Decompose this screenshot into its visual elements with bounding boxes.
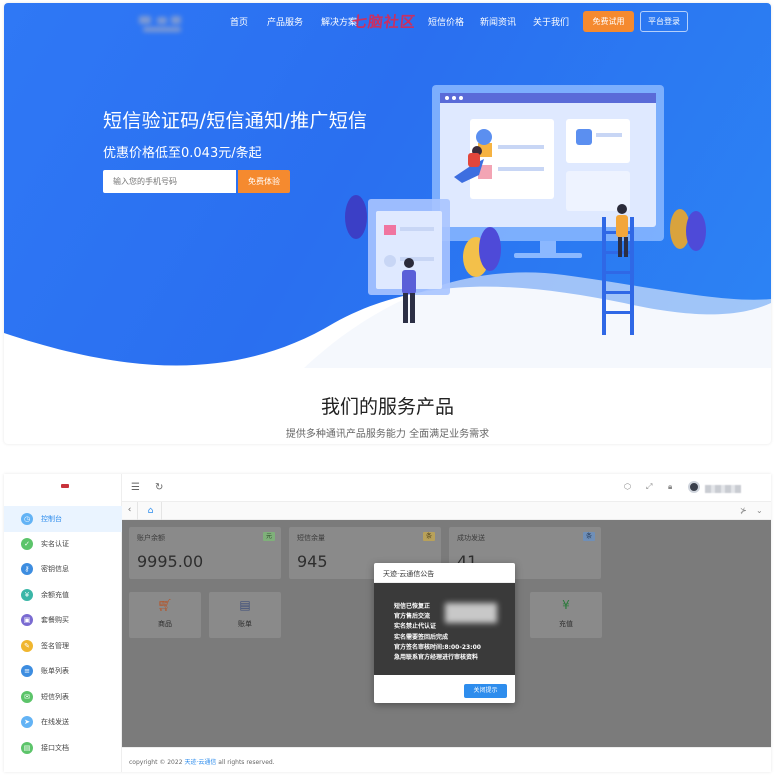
- avatar[interactable]: [688, 481, 700, 493]
- sidebar-item-label: 账单列表: [41, 667, 69, 675]
- refresh-icon[interactable]: ↻: [155, 482, 163, 493]
- bill-icon: ▤: [239, 598, 251, 612]
- card-label: 账户余额: [137, 534, 165, 542]
- sidebar-item-key-info[interactable]: ⚷ 密钥信息: [4, 556, 122, 582]
- balance-value: 9995.00: [137, 552, 204, 571]
- free-trial-button[interactable]: 免费试用: [583, 11, 634, 32]
- nav-item-about[interactable]: 关于我们: [533, 15, 569, 28]
- close-notice-button[interactable]: 关闭提示: [464, 684, 507, 698]
- announcement-modal: 天迹·云通信公告 短信已恢复正 官方售后交流 实名禁止代认证 实名需要签回后完成…: [374, 563, 515, 703]
- sidebar-item-label: 密钥信息: [41, 565, 69, 573]
- quick-link-label: 账单: [238, 620, 252, 628]
- modal-body: 短信已恢复正 官方售后交流 实名禁止代认证 实名需要签回后完成 官方签名审核时间…: [374, 583, 515, 675]
- sidebar-item-verification[interactable]: ✓ 实名认证: [4, 531, 122, 557]
- bill-icon: ≡: [21, 665, 33, 677]
- send-icon: ➤: [21, 716, 33, 728]
- copyright-link[interactable]: 天迹·云通信: [184, 759, 216, 766]
- announcement-line: 实名需要签回后完成: [394, 634, 449, 641]
- sidebar-item-sms-list[interactable]: ✉ 短信列表: [4, 684, 122, 710]
- signature-icon: ✎: [21, 640, 33, 652]
- free-experience-button[interactable]: 免费体验: [238, 170, 290, 193]
- sidebar-item-label: 控制台: [41, 515, 62, 523]
- card-label: 成功发送: [457, 534, 485, 542]
- verify-icon: ✓: [21, 538, 33, 550]
- landing-page-screenshot: 首页 产品服务 解决方案 七脑社区 短信价格 新闻资讯 关于我们 免费试用 平台…: [4, 3, 771, 444]
- sidebar-item-label: 接口文档: [41, 744, 69, 752]
- sidebar-item-bills[interactable]: ≡ 账单列表: [4, 658, 122, 684]
- announcement-line: 官方签名审核时间:8:00-23:00: [394, 644, 481, 651]
- tag-icon[interactable]: ⬡: [624, 482, 631, 491]
- quick-link-bills[interactable]: ▤ 账单: [209, 592, 281, 638]
- services-title: 我们的服务产品: [320, 396, 454, 418]
- sidebar-item-label: 余额充值: [41, 591, 69, 599]
- sidebar-logo[interactable]: [61, 484, 69, 488]
- sms-icon: ✉: [21, 691, 33, 703]
- hero-banner: 首页 产品服务 解决方案 七脑社区 短信价格 新闻资讯 关于我们 免费试用 平台…: [4, 3, 771, 368]
- sidebar-item-signature[interactable]: ✎ 签名管理: [4, 633, 122, 659]
- copyright-prefix: copyright © 2022: [129, 759, 183, 766]
- admin-topbar: ☰ ↻ ⬡ ⤢ 🔒︎: [122, 474, 771, 502]
- sidebar-item-label: 在线发送: [41, 718, 69, 726]
- dashboard-icon: ◷: [21, 513, 33, 525]
- recharge-icon: ¥: [21, 589, 33, 601]
- sidebar-item-recharge[interactable]: ¥ 余额充值: [4, 582, 122, 608]
- sidebar-item-api-doc[interactable]: ▤ 接口文档: [4, 735, 122, 761]
- card-label: 短信余量: [297, 534, 325, 542]
- yen-icon: ¥: [562, 598, 570, 612]
- username-blurred[interactable]: [705, 485, 741, 493]
- copyright-text: copyright © 2022 天迹·云通信 all rights reser…: [129, 757, 275, 766]
- nav-item-sms-price[interactable]: 短信价格: [428, 15, 464, 28]
- sidebar-item-label: 套餐购买: [41, 616, 69, 624]
- sidebar-item-dashboard[interactable]: ◷ 控制台: [4, 506, 122, 532]
- card-badge: 条: [583, 532, 595, 541]
- tab-scroll-left-icon[interactable]: ‹: [122, 502, 138, 520]
- chevron-down-icon[interactable]: ⌄: [756, 506, 763, 515]
- nav-item-products[interactable]: 产品服务: [267, 15, 303, 28]
- admin-footer: copyright © 2022 天迹·云通信 all rights reser…: [122, 747, 771, 772]
- balance-card: 账户余额 元 9995.00: [129, 527, 281, 579]
- redaction-blur: [445, 603, 497, 623]
- fullscreen-icon[interactable]: ⤢: [646, 482, 652, 492]
- announcement-line: 短信已恢复正: [394, 603, 431, 610]
- platform-login-button[interactable]: 平台登录: [640, 11, 688, 32]
- hero-title: 短信验证码/短信通知/推广短信: [103, 110, 368, 132]
- modal-header: 天迹·云通信公告: [374, 563, 515, 583]
- quick-link-label: 充值: [559, 620, 573, 628]
- announcement-line: 实名禁止代认证: [394, 623, 437, 630]
- menu-toggle-icon[interactable]: ☰: [131, 482, 140, 493]
- sidebar-item-label: 短信列表: [41, 693, 69, 701]
- announcement-line: 官方售后交流: [394, 613, 431, 620]
- sidebar-item-online-send[interactable]: ➤ 在线发送: [4, 709, 122, 735]
- quick-link-recharge[interactable]: ¥ 充值: [530, 592, 602, 638]
- quick-link-label: 商品: [158, 620, 172, 628]
- copyright-suffix: all rights reserved.: [218, 759, 275, 766]
- nav-item-news[interactable]: 新闻资讯: [480, 15, 516, 28]
- announcement-line: 急用联系官方经理进行审核资料: [394, 654, 479, 661]
- nav-item-home[interactable]: 首页: [230, 15, 248, 28]
- hero-illustration: [345, 85, 706, 335]
- doc-icon: ▤: [21, 742, 33, 754]
- quick-link-goods[interactable]: 🛒︎ 商品: [129, 592, 201, 638]
- lock-icon[interactable]: 🔒︎: [668, 482, 672, 492]
- phone-number-input[interactable]: [103, 170, 236, 193]
- admin-sidebar: ◷ 控制台 ✓ 实名认证 ⚷ 密钥信息 ¥ 余额充值 ▣ 套餐购买 ✎ 签名管理…: [4, 474, 122, 772]
- cart-icon: 🛒︎: [157, 598, 173, 612]
- card-badge: 条: [423, 532, 435, 541]
- modal-title: 天迹·云通信公告: [383, 570, 435, 578]
- top-nav: 首页 产品服务 解决方案 七脑社区 短信价格 新闻资讯 关于我们 免费试用 平台…: [4, 3, 771, 41]
- card-badge: 元: [263, 532, 275, 541]
- sidebar-item-label: 实名认证: [41, 540, 69, 548]
- watermark-overlay: 七脑社区: [351, 13, 417, 31]
- package-icon: ▣: [21, 614, 33, 626]
- sms-remaining-value: 945: [297, 552, 328, 571]
- services-subtitle: 提供多种通讯产品服务能力 全面满足业务需求: [285, 429, 490, 440]
- sidebar-item-package[interactable]: ▣ 套餐购买: [4, 607, 122, 633]
- hero-subtitle: 优惠价格低至0.043元/条起: [103, 146, 262, 161]
- sidebar-item-label: 签名管理: [41, 642, 69, 650]
- logo-blurred[interactable]: [135, 13, 191, 37]
- tab-close-icon[interactable]: ⊁: [740, 506, 747, 515]
- tab-home-icon[interactable]: ⌂: [140, 502, 162, 520]
- key-icon: ⚷: [21, 563, 33, 575]
- admin-tabbar: ‹ ⌂ ⊁ ⌄: [122, 502, 771, 520]
